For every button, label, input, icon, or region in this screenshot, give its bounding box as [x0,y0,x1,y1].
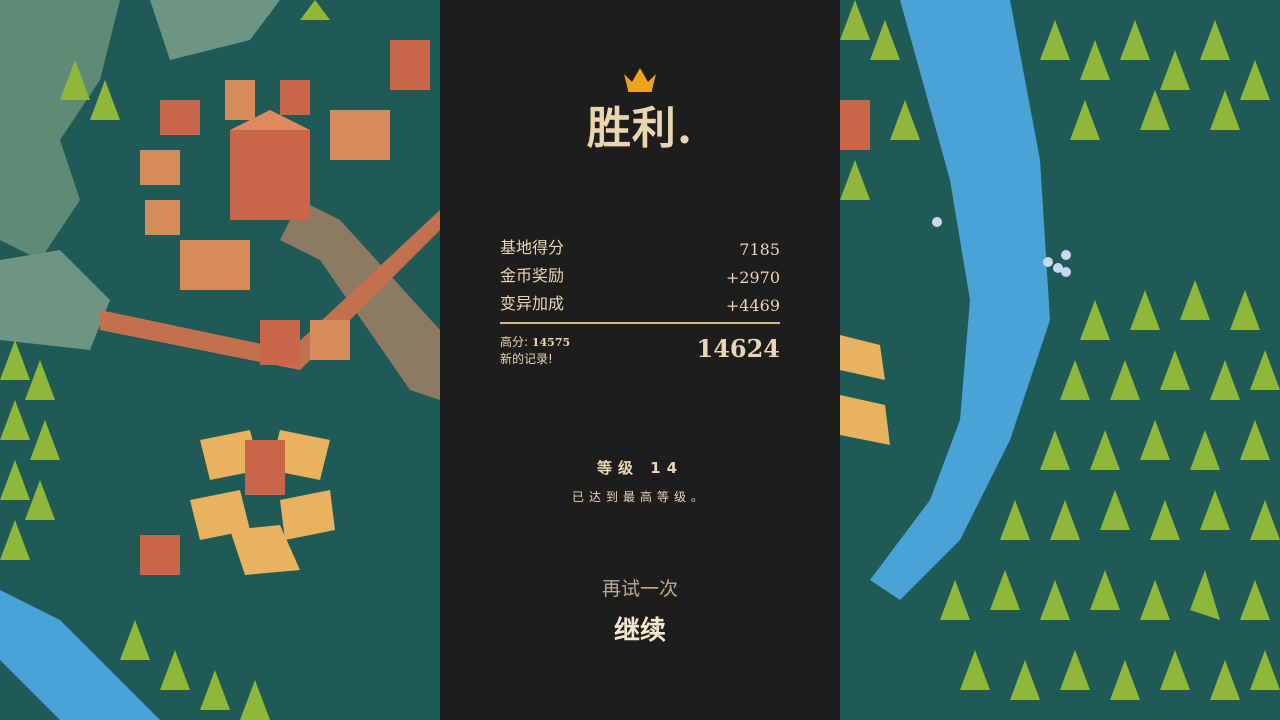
victory-title: 胜利. [586,103,694,154]
max-level-note: 已达到最高等级。 [571,490,708,504]
game-world-right [840,0,1280,720]
total-score: 14624 [696,334,781,363]
score-value: +4469 [725,296,780,315]
score-row-gold: 金币奖励 +2970 [500,262,780,288]
score-value: 7185 [739,240,780,259]
score-label: 金币奖励 [500,266,565,285]
level-label: 等级 14 [596,459,684,477]
score-row-mutation: 变异加成 +4469 [500,290,780,316]
score-label: 变异加成 [500,294,565,313]
crown-icon [624,68,656,92]
score-value: +2970 [725,268,780,287]
score-row-base: 基地得分 7185 [500,234,780,260]
highscore-value: 14575 [531,336,571,349]
new-record-label: 新的记录! [500,352,553,366]
score-label: 基地得分 [500,238,565,257]
continue-button[interactable]: 继续 [440,610,840,647]
score-divider [500,322,780,324]
highscore-block: 高分: 14575 新的记录! [500,334,570,367]
retry-button[interactable]: 再试一次 [440,574,840,601]
highscore-label: 高分: [500,335,529,349]
game-world-left [0,0,440,720]
